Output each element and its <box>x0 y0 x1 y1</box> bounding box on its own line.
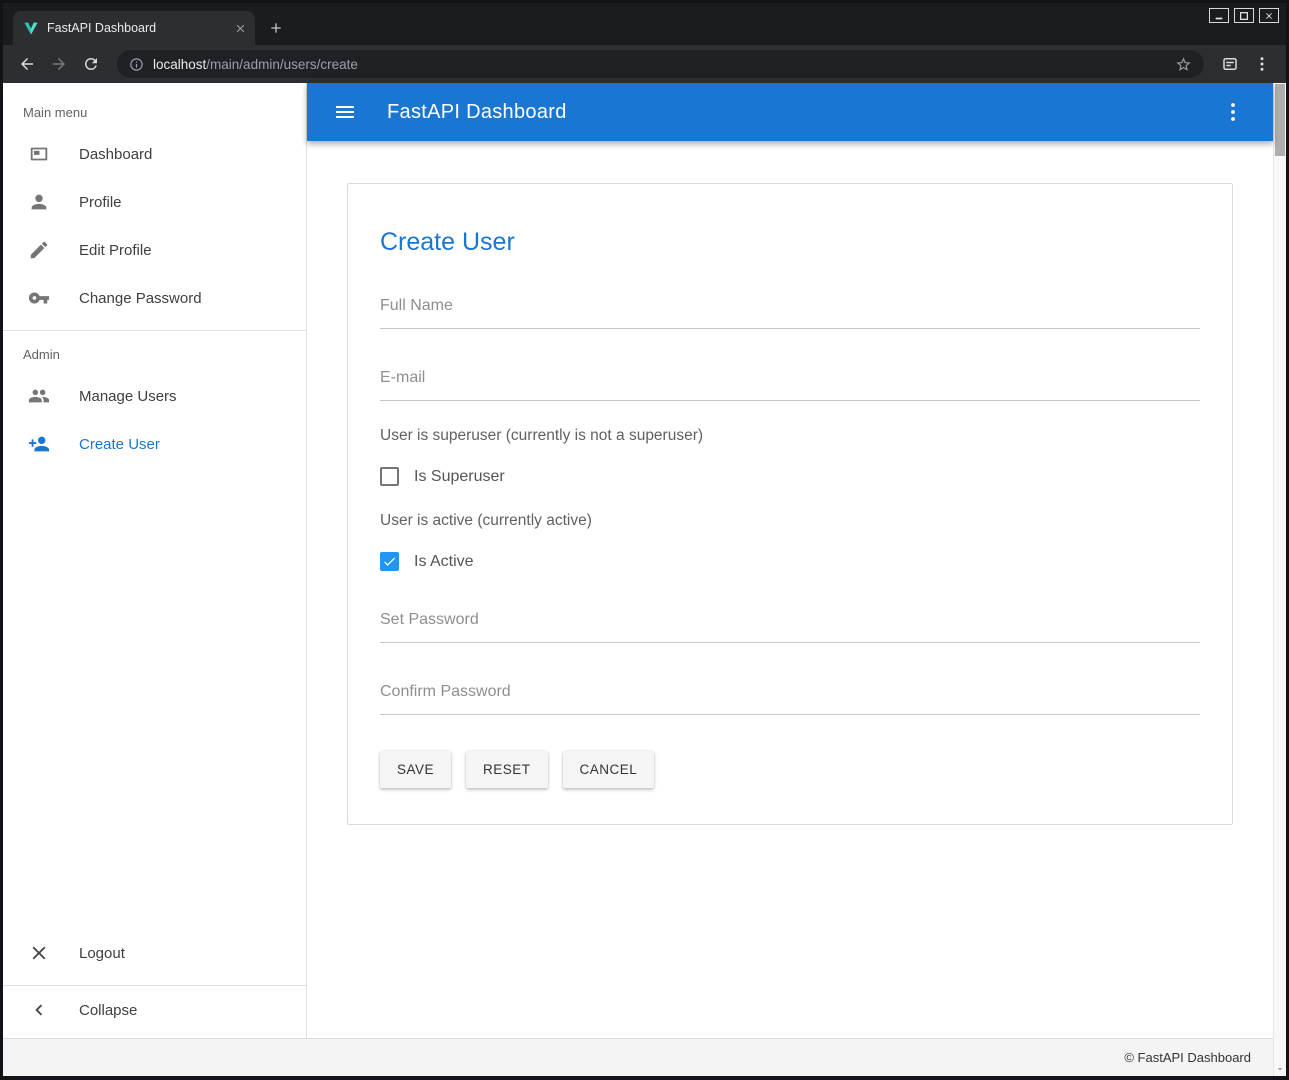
url-path: /main/admin/users/create <box>206 57 358 72</box>
sidebar-item-edit-profile[interactable]: Edit Profile <box>3 226 306 274</box>
sidebar: Main menu Dashboard Profile <box>3 83 307 1038</box>
person-icon <box>27 190 51 214</box>
chevron-left-icon <box>27 998 51 1022</box>
pencil-icon <box>27 238 51 262</box>
new-tab-button[interactable] <box>263 15 289 41</box>
site-info-icon[interactable] <box>129 57 144 72</box>
save-button[interactable]: SAVE <box>380 751 451 788</box>
sidebar-item-create-user[interactable]: Create User <box>3 420 306 468</box>
browser-menu-icon[interactable] <box>1248 50 1276 78</box>
forward-icon[interactable] <box>45 50 73 78</box>
tab-title: FastAPI Dashboard <box>47 21 223 35</box>
main-area: FastAPI Dashboard Create User User is su… <box>307 83 1273 1038</box>
vuetify-favicon-icon <box>23 20 39 36</box>
is-active-checkbox[interactable]: Is Active <box>380 552 1200 571</box>
window-maximize-button[interactable] <box>1234 8 1254 23</box>
reload-icon[interactable] <box>77 50 105 78</box>
sidebar-item-logout[interactable]: Logout <box>3 929 306 977</box>
browser-window: FastAPI Dashboard <box>0 0 1289 1080</box>
browser-tab[interactable]: FastAPI Dashboard <box>13 11 255 45</box>
dashboard-icon <box>27 142 51 166</box>
url-bar[interactable]: localhost/main/admin/users/create <box>117 50 1204 78</box>
people-icon <box>27 384 51 408</box>
back-icon[interactable] <box>13 50 41 78</box>
window-minimize-button[interactable] <box>1209 8 1229 23</box>
superuser-hint: User is superuser (currently is not a su… <box>380 427 1200 445</box>
confirm-password-input[interactable] <box>380 675 1200 715</box>
sidebar-spacer <box>3 468 306 929</box>
content-area: Create User User is superuser (currently… <box>307 141 1273 1038</box>
overflow-menu-icon[interactable] <box>1221 100 1245 124</box>
cancel-button[interactable]: CANCEL <box>563 751 655 788</box>
sidebar-item-collapse[interactable]: Collapse <box>3 986 306 1034</box>
sidebar-item-label: Dashboard <box>79 146 152 163</box>
set-password-input[interactable] <box>380 603 1200 643</box>
browser-tab-strip: FastAPI Dashboard <box>3 3 1286 45</box>
hamburger-menu-icon[interactable] <box>333 100 357 124</box>
sidebar-item-label: Create User <box>79 436 160 453</box>
close-icon <box>27 941 51 965</box>
page-title: Create User <box>380 228 1200 257</box>
email-input[interactable] <box>380 361 1200 401</box>
sidebar-item-label: Edit Profile <box>79 242 152 259</box>
page-area: Main menu Dashboard Profile <box>3 83 1286 1076</box>
page-scrollbar[interactable] <box>1273 83 1286 1076</box>
active-hint: User is active (currently active) <box>380 512 1200 530</box>
full-name-input[interactable] <box>380 289 1200 329</box>
browser-toolbar: localhost/main/admin/users/create <box>3 45 1286 83</box>
is-superuser-label: Is Superuser <box>414 468 505 486</box>
checkbox-unchecked-icon[interactable] <box>380 467 399 486</box>
reset-button[interactable]: RESET <box>466 751 548 788</box>
sidebar-item-label: Collapse <box>79 1002 137 1019</box>
url-text: localhost/main/admin/users/create <box>153 57 358 72</box>
bookmark-star-icon[interactable] <box>1175 56 1192 73</box>
key-icon <box>27 286 51 310</box>
form-actions: SAVE RESET CANCEL <box>380 751 1200 788</box>
checkbox-checked-icon[interactable] <box>380 552 399 571</box>
copyright-text: © FastAPI Dashboard <box>1124 1050 1251 1065</box>
page-footer: © FastAPI Dashboard <box>3 1038 1273 1076</box>
sidebar-item-label: Change Password <box>79 290 202 307</box>
tab-close-icon[interactable] <box>231 19 249 37</box>
sidebar-item-manage-users[interactable]: Manage Users <box>3 372 306 420</box>
person-add-icon <box>27 432 51 456</box>
scroll-down-arrow-icon[interactable] <box>1274 1062 1286 1076</box>
sidebar-item-label: Profile <box>79 194 122 211</box>
sidebar-item-change-password[interactable]: Change Password <box>3 274 306 322</box>
sidebar-section-admin: Admin <box>3 331 306 372</box>
appbar-title: FastAPI Dashboard <box>387 101 567 124</box>
is-superuser-checkbox[interactable]: Is Superuser <box>380 467 1200 486</box>
sidebar-item-label: Manage Users <box>79 388 177 405</box>
sidebar-item-label: Logout <box>79 945 125 962</box>
window-close-button[interactable] <box>1259 8 1279 23</box>
url-host: localhost <box>153 57 206 72</box>
sidebar-item-dashboard[interactable]: Dashboard <box>3 130 306 178</box>
sidebar-item-profile[interactable]: Profile <box>3 178 306 226</box>
window-controls <box>1209 8 1279 23</box>
extensions-icon[interactable] <box>1216 50 1244 78</box>
is-active-label: Is Active <box>414 553 474 571</box>
app-bar: FastAPI Dashboard <box>307 83 1273 141</box>
scrollbar-thumb[interactable] <box>1275 84 1285 156</box>
create-user-card: Create User User is superuser (currently… <box>347 183 1233 825</box>
sidebar-section-main-menu: Main menu <box>3 89 306 130</box>
